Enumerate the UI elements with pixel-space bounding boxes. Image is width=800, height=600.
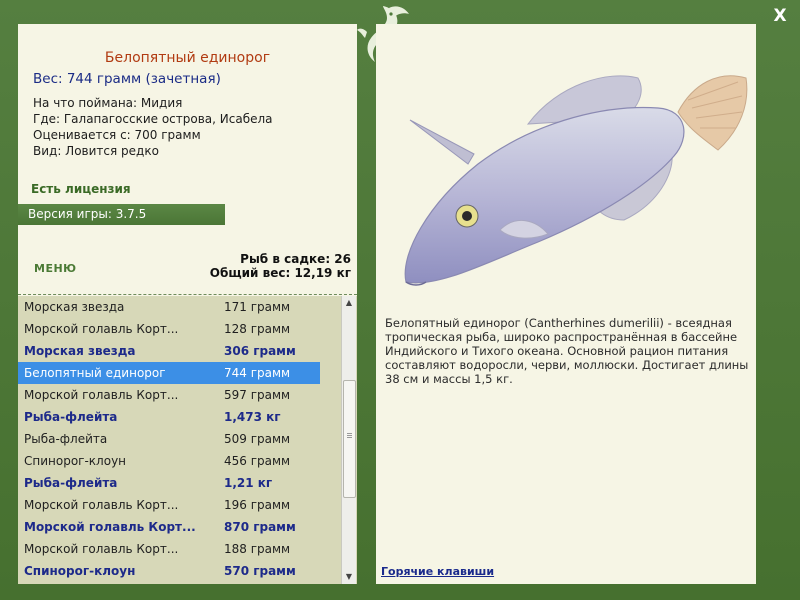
fish-title: Белопятный единорог <box>104 50 271 66</box>
total-weight: Общий вес: 12,19 кг <box>209 266 351 280</box>
catch-list-row[interactable]: Спинорог-клоун 456 грамм <box>18 450 320 472</box>
catch-fish-name: Рыба-флейта <box>24 410 118 424</box>
bait-line: На что поймана: Мидия <box>33 96 183 110</box>
fish-weight: Вес: 744 грамм (зачетная) <box>33 71 221 87</box>
place-line: Где: Галапагосские острова, Исабела <box>33 112 273 126</box>
catch-list-row[interactable]: Морская звезда 171 грамм <box>18 296 320 318</box>
catch-fish-weight: 1,21 кг <box>224 476 273 490</box>
catch-fish-name: Морская звезда <box>24 300 125 314</box>
catch-fish-weight: 456 грамм <box>224 454 291 468</box>
catch-fish-weight: 171 грамм <box>224 300 291 314</box>
catch-fish-name: Морской голавль Корт... <box>24 520 196 534</box>
catch-list-row[interactable]: Морской голавль Корт... 188 грамм <box>18 538 320 560</box>
catch-list: Морская звезда 171 грамм Морской голавль К… <box>18 296 357 584</box>
catch-fish-name: Спинорог-клоун <box>24 454 127 468</box>
catch-list-row[interactable]: Рыба-флейта 509 грамм <box>18 428 320 450</box>
catch-fish-name: Морской голавль Корт... <box>24 388 179 402</box>
catch-list-row[interactable]: Рыба-флейта 1,473 кг <box>18 406 320 428</box>
catch-fish-weight: 597 грамм <box>224 388 291 402</box>
catch-fish-name: Рыба-флейта <box>24 476 118 490</box>
keepnet-stats: Рыб в садке: 26 Общий вес: 12,19 кг <box>210 252 351 280</box>
catch-fish-weight: 570 грамм <box>224 564 296 578</box>
scroll-up-arrow-icon[interactable]: ▲ <box>342 296 356 310</box>
right-panel: Белопятный единорог (Cantherhines dumeri… <box>376 24 756 584</box>
catch-list-row[interactable]: Морской голавль Корт... 128 грамм <box>18 318 320 340</box>
catch-fish-name: Морской голавль Корт... <box>24 498 179 512</box>
catch-fish-name: Морской голавль Корт... <box>24 322 179 336</box>
hotkeys-link[interactable]: Горячие клавиши <box>381 565 494 578</box>
fish-description: Белопятный единорог (Cantherhines dumeri… <box>385 316 749 386</box>
catch-list-row[interactable]: Морской голавль Корт... 597 грамм <box>18 384 320 406</box>
fish-image <box>404 75 748 286</box>
catch-list-row[interactable]: Спинорог-клоун 570 грамм <box>18 560 320 582</box>
catch-fish-weight: 1,473 кг <box>224 410 281 424</box>
catch-fish-name: Спинорог-клоун <box>24 564 136 578</box>
catch-fish-weight: 196 грамм <box>224 498 291 512</box>
catch-fish-weight: 128 грамм <box>224 322 291 336</box>
catch-fish-name: Морская звезда <box>24 344 136 358</box>
divider <box>18 294 357 295</box>
fish-info: На что поймана: Мидия Где: Галапагосские… <box>33 95 273 159</box>
version-bar: Версия игры: 3.7.5 <box>18 204 225 225</box>
catch-fish-weight: 188 грамм <box>224 542 291 556</box>
list-scrollbar[interactable]: ▲ ▼ <box>341 296 356 584</box>
catch-list-row[interactable]: Морской голавль Корт... 870 грамм <box>18 516 320 538</box>
scroll-down-arrow-icon[interactable]: ▼ <box>342 570 356 584</box>
catch-fish-name: Белопятный единорог <box>24 366 166 380</box>
menu-button[interactable]: МЕНЮ <box>34 262 77 275</box>
close-button[interactable]: X <box>770 6 790 26</box>
scroll-thumb[interactable] <box>343 380 356 498</box>
catch-list-row[interactable]: Морской голавль Корт... 196 грамм <box>18 494 320 516</box>
left-panel: Белопятный единорог Вес: 744 грамм (заче… <box>18 24 357 584</box>
catch-list-row[interactable]: Белопятный единорог 744 грамм <box>18 362 320 384</box>
fish-detail-area: Белопятный единорог Вес: 744 грамм (заче… <box>18 24 357 294</box>
catch-fish-weight: 870 грамм <box>224 520 296 534</box>
license-status: Есть лицензия <box>31 182 131 196</box>
catch-fish-weight: 744 грамм <box>224 366 291 380</box>
catch-fish-name: Морской голавль Корт... <box>24 542 179 556</box>
catch-fish-name: Рыба-флейта <box>24 432 108 446</box>
catch-list-row[interactable]: Рыба-флейта 1,21 кг <box>18 472 320 494</box>
catch-fish-weight: 306 грамм <box>224 344 296 358</box>
catch-list-row[interactable]: Морская звезда 306 грамм <box>18 340 320 362</box>
fish-count: Рыб в садке: 26 <box>240 252 351 266</box>
kind-line: Вид: Ловится редко <box>33 144 159 158</box>
scroll-grip-icon <box>347 433 352 434</box>
rated-line: Оценивается с: 700 грамм <box>33 128 201 142</box>
catch-fish-weight: 509 грамм <box>224 432 291 446</box>
